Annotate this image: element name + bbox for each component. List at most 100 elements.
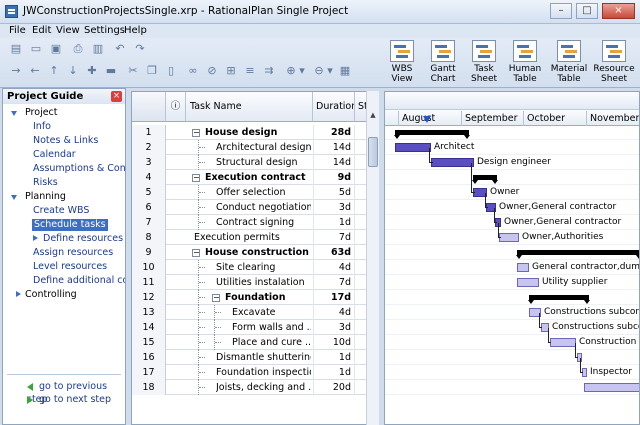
table-row[interactable]: 5 Offer selection 5d (132, 185, 378, 200)
guide-item-create-wbs[interactable]: Create WBS (33, 205, 89, 217)
forward-arrow-icon[interactable]: → (9, 64, 23, 78)
row-number[interactable]: 2 (132, 140, 166, 155)
task-duration[interactable]: 7d (313, 230, 355, 245)
guide-item-risks[interactable]: Risks (33, 177, 58, 189)
expand-project-icon[interactable] (11, 111, 17, 116)
paste-icon[interactable]: ▯ (164, 64, 178, 78)
save-icon[interactable]: ▣ (49, 42, 63, 56)
task-duration[interactable]: 1d (313, 365, 355, 380)
table-row[interactable]: 8 Execution permits 7d (132, 230, 378, 245)
link-icon[interactable]: ∞ (186, 64, 200, 78)
view-material-table-button[interactable]: Material Table (549, 40, 589, 86)
row-number[interactable]: 4 (132, 170, 166, 185)
row-number[interactable]: 17 (132, 365, 166, 380)
view-gantt-button[interactable]: Gantt Chart (426, 40, 460, 86)
print-icon[interactable]: ⎙ (71, 42, 85, 56)
zoom-dropdown-icon[interactable]: ▾ (298, 64, 306, 78)
summary-bar[interactable] (528, 295, 590, 304)
row-number[interactable]: 12 (132, 290, 166, 305)
task-duration[interactable]: 14d (313, 155, 355, 170)
menu-settings[interactable]: Settings (84, 24, 125, 38)
add-icon[interactable]: ✚ (85, 64, 99, 78)
task-duration[interactable]: 28d (313, 125, 355, 140)
table-row[interactable]: 14 Form walls and ... 3d (132, 320, 378, 335)
back-arrow-icon[interactable]: ← (28, 64, 42, 78)
cut-icon[interactable]: ✂ (126, 64, 140, 78)
summary-bar[interactable] (472, 175, 498, 184)
task-name[interactable]: Architectural design (216, 140, 311, 155)
guide-item-notes-links[interactable]: Notes & Links (33, 135, 98, 147)
task-duration[interactable]: 9d (313, 170, 355, 185)
task-duration[interactable]: 1d (313, 350, 355, 365)
unlink-icon[interactable]: ⊘ (205, 64, 219, 78)
guide-item-calendar[interactable]: Calendar (33, 149, 76, 161)
table-row[interactable]: 11 Utilities instalation 7d (132, 275, 378, 290)
task-bar[interactable] (499, 233, 519, 242)
undo-icon[interactable]: ↶ (113, 42, 127, 56)
table-row[interactable]: 6 Conduct negotiations 3d (132, 200, 378, 215)
summary-bar[interactable] (394, 130, 470, 139)
task-duration[interactable]: 4d (313, 305, 355, 320)
task-bar[interactable] (550, 338, 576, 347)
row-number[interactable]: 10 (132, 260, 166, 275)
task-name[interactable]: House design (205, 125, 311, 140)
row-number[interactable]: 5 (132, 185, 166, 200)
task-name[interactable]: Excavate (232, 305, 311, 320)
task-bar[interactable] (517, 263, 529, 272)
scroll-up-icon[interactable]: ▲ (368, 109, 378, 121)
row-number[interactable]: 18 (132, 380, 166, 395)
row-number[interactable]: 15 (132, 335, 166, 350)
collapse-icon[interactable]: − (192, 249, 200, 257)
view-wbs-button[interactable]: WBS View (386, 40, 418, 86)
task-duration[interactable]: 10d (313, 335, 355, 350)
row-number[interactable]: 7 (132, 215, 166, 230)
up-arrow-icon[interactable]: ↑ (47, 64, 61, 78)
info-column-header[interactable]: ⓘ (166, 92, 186, 122)
row-number[interactable]: 14 (132, 320, 166, 335)
task-name[interactable]: Dismantle shuttering (216, 350, 311, 365)
row-number[interactable]: 3 (132, 155, 166, 170)
guide-item-define-costs[interactable]: Define additional costs (33, 275, 125, 287)
task-name[interactable]: Execution contract (205, 170, 311, 185)
minimize-button[interactable]: – (550, 3, 572, 19)
row-number[interactable]: 8 (132, 230, 166, 245)
remove-icon[interactable]: ▬ (104, 64, 118, 78)
expand-planning-icon[interactable] (11, 195, 17, 200)
task-duration[interactable]: 20d (313, 380, 355, 395)
table-row[interactable]: 16 Dismantle shuttering 1d (132, 350, 378, 365)
task-duration[interactable]: 14d (313, 140, 355, 155)
menu-view[interactable]: View (56, 24, 80, 38)
zoom-out-icon[interactable]: ⊖ (312, 64, 326, 78)
guide-item-level-resources[interactable]: Level resources (33, 261, 107, 273)
maximize-button[interactable]: □ (576, 3, 598, 19)
row-number[interactable]: 13 (132, 305, 166, 320)
guide-section-project[interactable]: Project (25, 107, 58, 119)
task-name[interactable]: Execution permits (194, 230, 311, 245)
menu-edit[interactable]: Edit (32, 24, 51, 38)
guide-item-assumptions[interactable]: Assumptions & Constra (33, 163, 125, 175)
row-number[interactable]: 6 (132, 200, 166, 215)
expand-controlling-icon[interactable] (16, 291, 21, 297)
copy-icon[interactable]: ❐ (145, 64, 159, 78)
task-name[interactable]: Form walls and ... (232, 320, 311, 335)
close-guide-icon[interactable]: × (111, 91, 122, 102)
table-row[interactable]: 1 − House design 28d (132, 125, 378, 140)
indent-icon[interactable]: ⇉ (262, 64, 276, 78)
view-human-table-button[interactable]: Human Table (508, 40, 542, 86)
task-name[interactable]: Conduct negotiations (216, 200, 311, 215)
down-arrow-icon[interactable]: ↓ (66, 64, 80, 78)
task-name-column-header[interactable]: Task Name (186, 92, 313, 122)
row-number[interactable]: 16 (132, 350, 166, 365)
task-name[interactable]: Offer selection (216, 185, 311, 200)
duration-column-header[interactable]: Duration (313, 92, 355, 122)
table-row[interactable]: 17 Foundation inspection 1d (132, 365, 378, 380)
guide-item-schedule-tasks[interactable]: Schedule tasks (32, 219, 108, 231)
task-duration[interactable]: 5d (313, 185, 355, 200)
task-name[interactable]: Foundation inspection (216, 365, 311, 380)
task-duration[interactable]: 17d (313, 290, 355, 305)
close-button[interactable]: × (602, 3, 635, 19)
menu-help[interactable]: Help (124, 24, 147, 38)
task-bar[interactable] (584, 383, 639, 392)
zoom-in-icon[interactable]: ⊕ (284, 64, 298, 78)
table-row[interactable]: 2 Architectural design 14d (132, 140, 378, 155)
